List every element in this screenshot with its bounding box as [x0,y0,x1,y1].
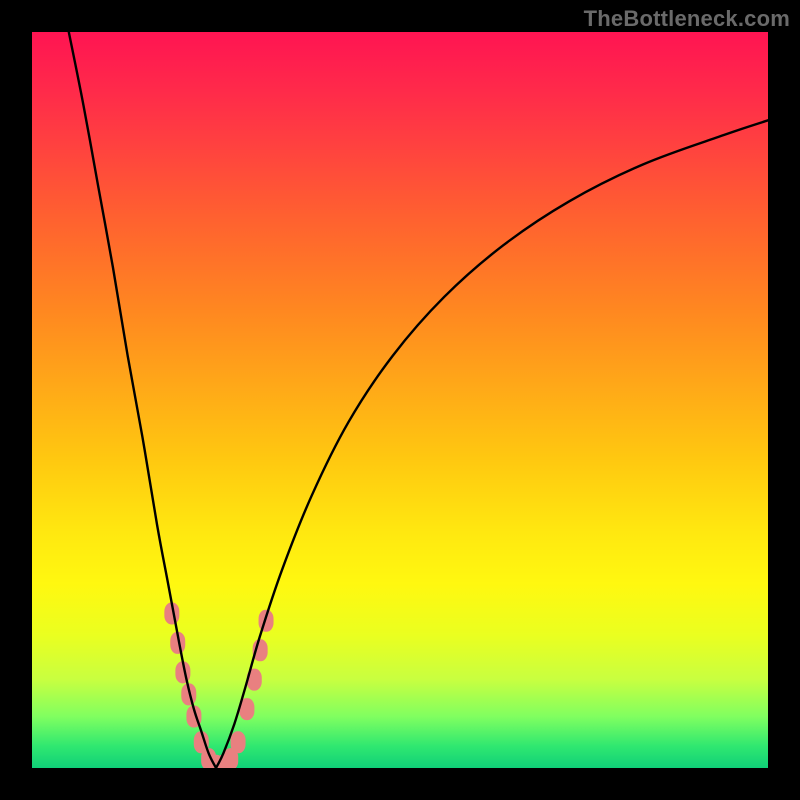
marker-point [231,731,246,753]
curve-layer [32,32,768,768]
watermark-text: TheBottleneck.com [584,6,790,32]
markers-group [164,602,273,768]
right-branch-curve [216,120,768,768]
left-branch-curve [69,32,216,768]
chart-frame: TheBottleneck.com [0,0,800,800]
